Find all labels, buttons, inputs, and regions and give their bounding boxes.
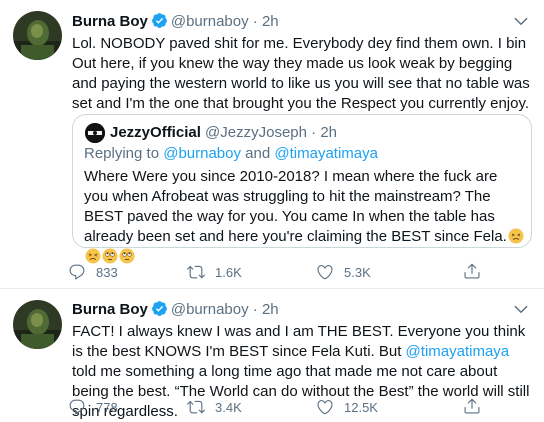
quoted-tweet[interactable]: JezzyOfficial @JezzyJoseph · 2h Replying…	[72, 114, 532, 264]
retweet-icon	[187, 400, 205, 414]
replying-and: and	[241, 145, 275, 162]
quoted-author-name: JezzyOfficial	[110, 124, 201, 141]
caret-down-icon[interactable]	[512, 12, 530, 30]
like-count: 5.3K	[344, 264, 371, 280]
mention-link[interactable]: @timayatimaya	[406, 343, 510, 360]
quoted-text-block: Where Were you since 2010-2018? I mean w…	[84, 167, 524, 267]
quoted-text: Where Were you since 2010-2018? I mean w…	[84, 168, 507, 245]
quoted-header: JezzyOfficial @JezzyJoseph · 2h	[110, 123, 337, 143]
tweet-text: Lol. NOBODY paved shit for me. Everybody…	[72, 35, 530, 112]
mention-link[interactable]: @timayatimaya	[274, 145, 378, 162]
retweet-button[interactable]: 3.4K	[187, 397, 242, 417]
mention-link[interactable]: @burnaboy	[163, 145, 241, 162]
timestamp[interactable]: · 2h	[253, 13, 279, 30]
retweet-count: 3.4K	[215, 399, 242, 415]
timestamp[interactable]: · 2h	[253, 301, 279, 318]
share-icon[interactable]	[463, 397, 481, 415]
reply-count: 778	[96, 399, 118, 415]
author-name[interactable]: Burna Boy	[72, 301, 148, 318]
quoted-timestamp: · 2h	[311, 124, 338, 141]
reply-icon	[69, 264, 85, 280]
quoted-author-handle: @JezzyJoseph	[205, 124, 307, 141]
verified-badge-icon	[151, 12, 168, 35]
avatar[interactable]	[13, 11, 62, 60]
tweet-header: Burna Boy @burnaboy · 2h	[72, 12, 279, 32]
like-count: 12.5K	[344, 399, 378, 415]
share-icon[interactable]	[463, 262, 481, 280]
avatar[interactable]	[13, 300, 62, 349]
like-icon	[317, 265, 333, 280]
persevering-face-icon	[508, 228, 524, 244]
replying-to: Replying to @burnaboy and @timayatimaya	[84, 144, 378, 164]
reply-count: 833	[96, 264, 118, 280]
reply-button[interactable]: 778	[68, 397, 118, 417]
retweet-icon	[187, 265, 205, 279]
quoted-avatar	[85, 123, 105, 143]
like-button[interactable]: 5.3K	[316, 262, 371, 282]
author-handle[interactable]: @burnaboy	[171, 301, 249, 318]
author-handle[interactable]: @burnaboy	[171, 13, 249, 30]
retweet-button[interactable]: 1.6K	[187, 262, 242, 282]
author-name[interactable]: Burna Boy	[72, 13, 148, 30]
tweet[interactable]: Burna Boy @burnaboy · 2h Lol. NOBODY pave…	[0, 0, 544, 289]
tweet-actions: 833 1.6K 5.3K	[68, 262, 508, 282]
reply-button[interactable]: 833	[68, 262, 118, 282]
like-button[interactable]: 12.5K	[316, 397, 378, 417]
retweet-count: 1.6K	[215, 264, 242, 280]
tweet-header: Burna Boy @burnaboy · 2h	[72, 300, 279, 320]
tweet-actions: 778 3.4K 12.5K	[68, 397, 508, 417]
verified-badge-icon	[151, 300, 168, 323]
replying-prefix: Replying to	[84, 145, 164, 162]
caret-down-icon[interactable]	[512, 300, 530, 318]
like-icon	[317, 400, 333, 415]
tweet[interactable]: Burna Boy @burnaboy · 2h FACT! I always k…	[0, 290, 544, 420]
reply-icon	[69, 399, 85, 415]
